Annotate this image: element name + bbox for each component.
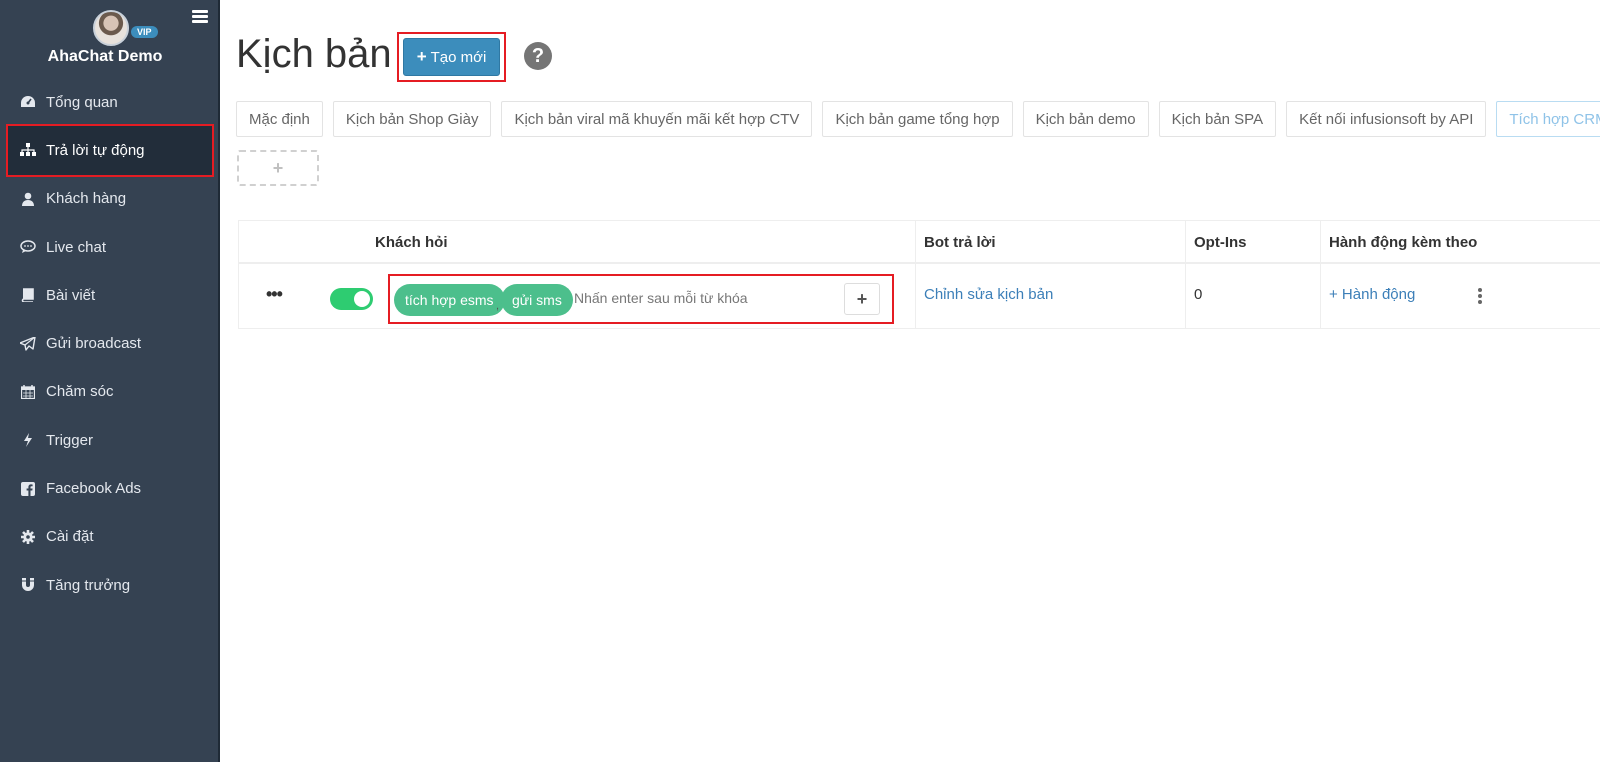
scenario-tabs: Mặc định Kịch bản Shop Giày Kịch bản vir… bbox=[236, 101, 1600, 137]
table-row: ••• tích hợp esms , gửi sms + Chỉnh sửa … bbox=[238, 264, 1600, 329]
sidebar-item-label: Cài đặt bbox=[46, 528, 94, 546]
user-icon bbox=[20, 191, 36, 207]
page-title: Kịch bản bbox=[236, 32, 392, 76]
sidebar-item-label: Tăng trưởng bbox=[46, 576, 131, 594]
main-content: Kịch bản + Tạo mới ? Mặc định Kịch bản S… bbox=[222, 0, 1600, 762]
tab-kich-ban-spa[interactable]: Kịch bản SPA bbox=[1158, 101, 1277, 137]
tab-kich-ban-viral[interactable]: Kịch bản viral mã khuyến mãi kết hợp CTV bbox=[501, 101, 813, 137]
keyword-input[interactable] bbox=[574, 290, 834, 306]
keyword-chip[interactable]: gửi sms bbox=[501, 284, 573, 316]
column-header-bot-reply: Bot trả lời bbox=[924, 234, 996, 251]
sidebar-item-label: Trigger bbox=[46, 431, 93, 449]
sidebar-item-label: Live chat bbox=[46, 238, 107, 256]
tab-kich-ban-demo[interactable]: Kịch bản demo bbox=[1022, 101, 1149, 137]
sidebar-item-label: Tổng quan bbox=[46, 93, 118, 111]
help-icon[interactable]: ? bbox=[524, 42, 552, 70]
facebook-icon bbox=[20, 481, 36, 497]
sidebar-item-label: Gửi broadcast bbox=[46, 335, 142, 353]
tab-ket-noi-infusionsoft[interactable]: Kết nối infusionsoft by API bbox=[1286, 101, 1487, 137]
sidebar-item-cai-dat[interactable]: Cài đặt bbox=[0, 513, 220, 561]
chat-bubble-icon bbox=[20, 239, 36, 255]
sidebar-item-gui-broadcast[interactable]: Gửi broadcast bbox=[0, 319, 220, 367]
tab-tich-hop-crm[interactable]: Tích hợp CRM bbox=[1496, 101, 1600, 137]
row-menu-icon[interactable]: ••• bbox=[266, 284, 283, 305]
table-header: Khách hỏi Bot trả lời Opt-Ins Hành động … bbox=[238, 221, 1600, 264]
sidebar-item-cham-soc[interactable]: Chăm sóc bbox=[0, 368, 220, 416]
sidebar-item-label: Chăm sóc bbox=[46, 383, 114, 401]
sidebar-item-tong-quan[interactable]: Tổng quan bbox=[0, 78, 220, 126]
paper-plane-icon bbox=[20, 336, 36, 352]
vip-badge: VIP bbox=[131, 26, 158, 38]
column-header-actions: Hành động kèm theo bbox=[1329, 234, 1478, 251]
rules-table: Khách hỏi Bot trả lời Opt-Ins Hành động … bbox=[238, 220, 1600, 329]
create-new-button[interactable]: + Tạo mới bbox=[403, 38, 500, 76]
sidebar: VIP AhaChat Demo Tổng quan Trả lời tự độ… bbox=[0, 0, 220, 762]
sidebar-item-live-chat[interactable]: Live chat bbox=[0, 223, 220, 271]
hamburger-menu-icon[interactable] bbox=[192, 10, 208, 24]
sidebar-item-label: Khách hàng bbox=[46, 190, 127, 208]
gear-icon bbox=[20, 529, 36, 545]
tab-kich-ban-shop-giay[interactable]: Kịch bản Shop Giày bbox=[332, 101, 492, 137]
brand-name: AhaChat Demo bbox=[47, 48, 163, 65]
keyword-input-box: tích hợp esms , gửi sms + bbox=[388, 274, 894, 324]
tab-mac-dinh[interactable]: Mặc định bbox=[236, 101, 323, 137]
sidebar-item-facebook-ads[interactable]: Facebook Ads bbox=[0, 464, 220, 512]
sidebar-item-khach-hang[interactable]: Khách hàng bbox=[0, 175, 220, 223]
magnet-icon bbox=[20, 577, 36, 593]
sidebar-item-bai-viet[interactable]: Bài viết bbox=[0, 271, 220, 319]
create-button-highlight: + Tạo mới bbox=[397, 32, 506, 82]
sidebar-item-tang-truong[interactable]: Tăng trưởng bbox=[0, 561, 220, 609]
sidebar-nav: Tổng quan Trả lời tự động Khách hàng Liv… bbox=[0, 78, 220, 609]
add-tab-button[interactable]: + bbox=[237, 150, 319, 186]
tab-kich-ban-game[interactable]: Kịch bản game tổng hợp bbox=[822, 101, 1013, 137]
keyword-chip[interactable]: tích hợp esms bbox=[394, 284, 505, 316]
optins-count: 0 bbox=[1194, 286, 1203, 303]
add-keyword-button[interactable]: + bbox=[844, 283, 880, 315]
sidebar-item-tra-loi-tu-dong[interactable]: Trả lời tự động bbox=[6, 124, 214, 177]
sidebar-item-label: Bài viết bbox=[46, 286, 96, 304]
add-action-link[interactable]: + Hành động bbox=[1329, 286, 1415, 303]
sidebar-item-label: Trả lời tự động bbox=[46, 141, 145, 159]
dashboard-icon bbox=[20, 94, 36, 110]
sitemap-icon bbox=[20, 142, 36, 158]
more-options-icon[interactable] bbox=[1478, 288, 1482, 304]
keyword-separator: , bbox=[496, 300, 500, 312]
plus-icon: + bbox=[416, 47, 427, 66]
book-icon bbox=[20, 287, 36, 303]
sidebar-item-label: Facebook Ads bbox=[46, 480, 142, 498]
edit-scenario-link[interactable]: Chỉnh sửa kịch bản bbox=[924, 286, 1053, 303]
avatar[interactable] bbox=[93, 10, 129, 46]
sidebar-item-trigger[interactable]: Trigger bbox=[0, 416, 220, 464]
column-header-question: Khách hỏi bbox=[375, 234, 448, 251]
bolt-icon bbox=[20, 432, 36, 448]
column-header-optins: Opt-Ins bbox=[1194, 234, 1247, 251]
enable-toggle[interactable] bbox=[330, 288, 373, 310]
create-new-label: Tạo mới bbox=[430, 48, 487, 66]
calendar-icon bbox=[20, 384, 36, 400]
